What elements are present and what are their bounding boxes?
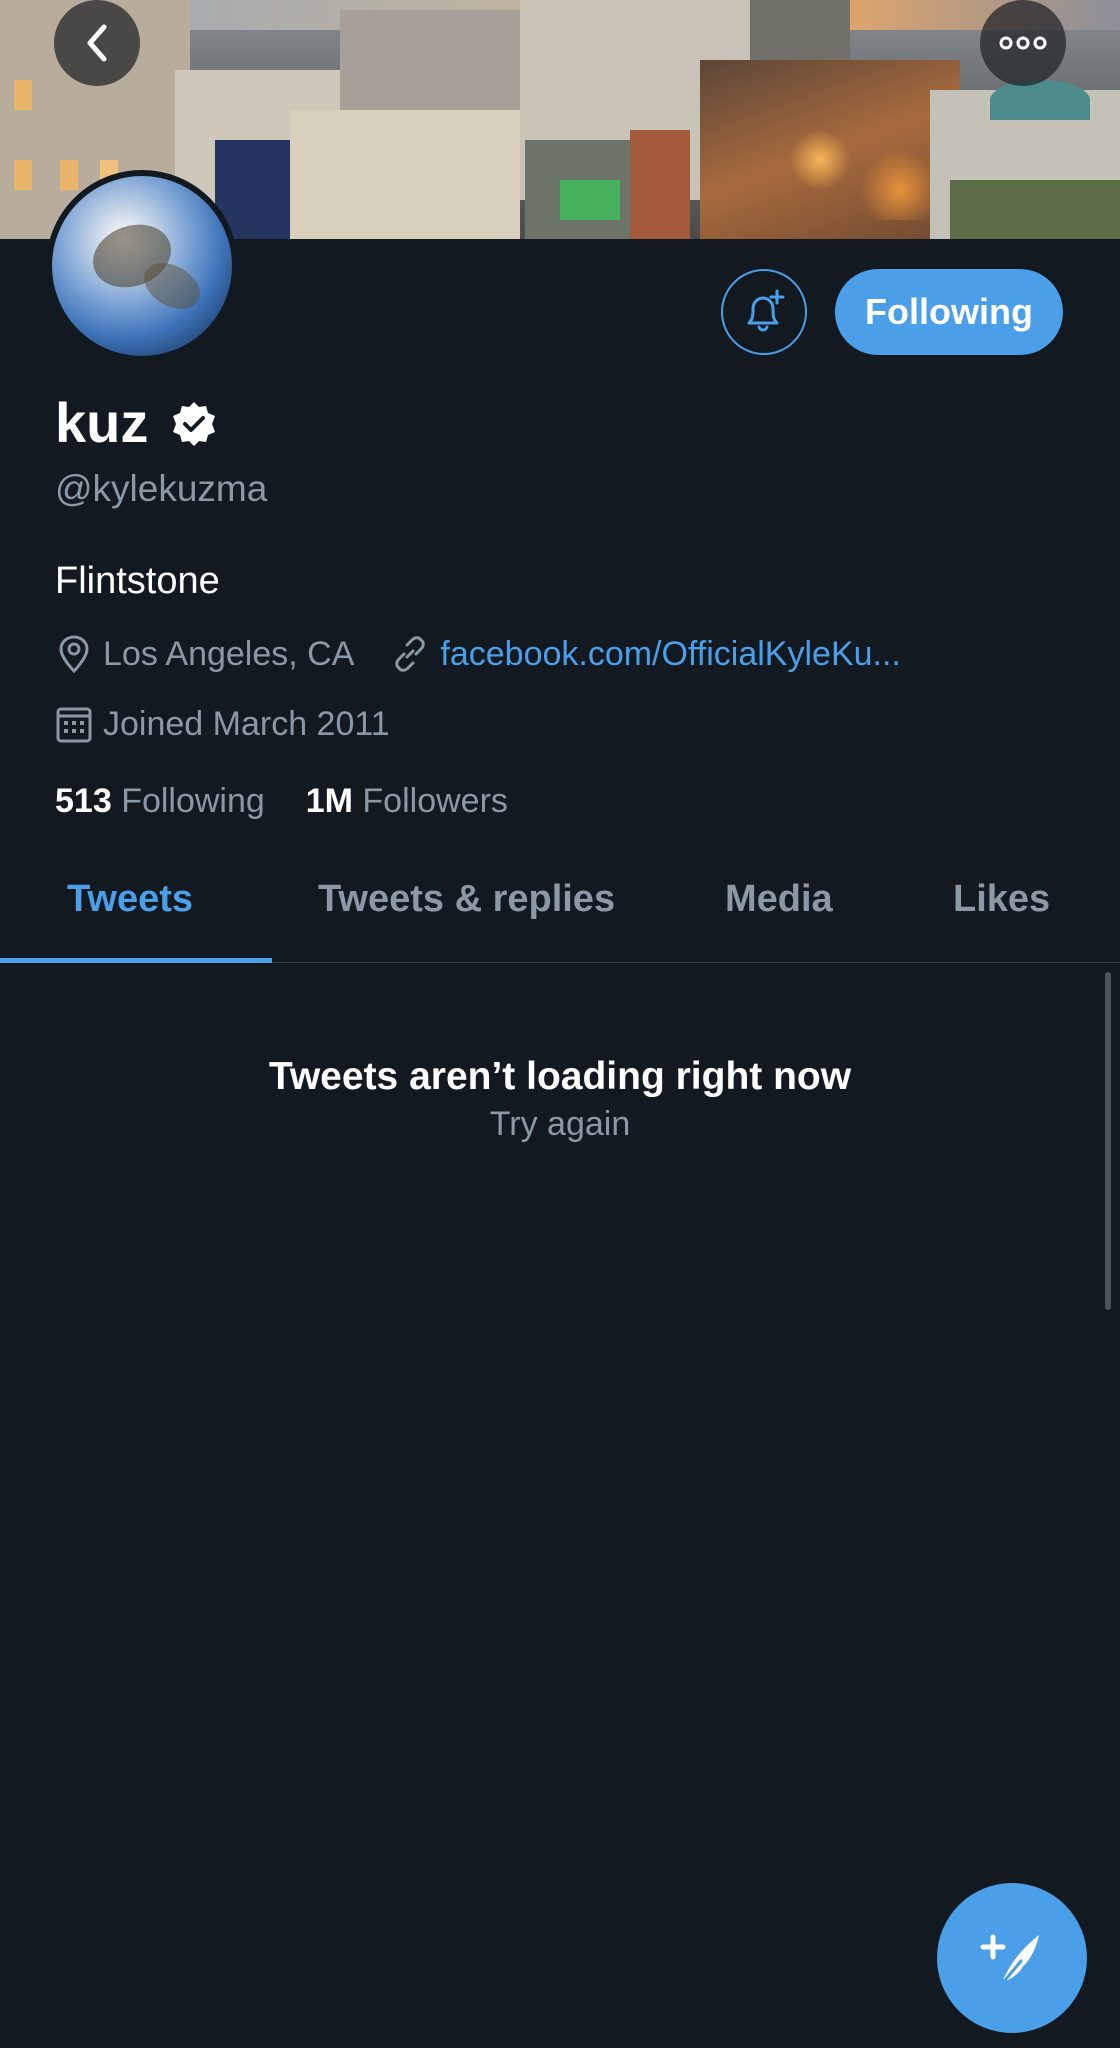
tab-media[interactable]: Media — [725, 878, 833, 921]
profile-website-link[interactable]: facebook.com/OfficialKyleKu... — [440, 635, 900, 674]
bell-plus-icon — [747, 289, 785, 332]
profile-meta-location-row: Los Angeles, CA facebook.com/OfficialKyl… — [55, 634, 901, 674]
active-tab-indicator — [0, 958, 272, 963]
verified-badge-icon — [173, 402, 215, 446]
profile-location: Los Angeles, CA — [103, 634, 355, 673]
try-again-link[interactable]: Try again — [0, 1105, 1120, 1144]
compose-tweet-button[interactable] — [937, 1883, 1087, 2033]
location-pin-icon — [59, 635, 89, 674]
chevron-left-icon — [87, 24, 107, 62]
tab-tweets-and-replies[interactable]: Tweets & replies — [318, 878, 615, 921]
display-name: kuz — [55, 391, 149, 454]
compose-tweet-icon — [980, 1934, 1039, 1987]
calendar-icon — [56, 707, 92, 743]
more-options-button[interactable] — [980, 0, 1066, 86]
following-stat[interactable]: 513 Following — [55, 782, 265, 820]
tab-likes[interactable]: Likes — [953, 878, 1050, 921]
profile-stats: 513 Following 1M Followers — [55, 782, 508, 821]
feed-error-message: Tweets aren’t loading right now — [268, 1055, 852, 1098]
tab-tweets[interactable]: Tweets — [67, 878, 193, 921]
more-dots-icon — [999, 36, 1047, 50]
profile-meta-joined-row: Joined March 2011 — [55, 704, 390, 744]
profile-joined-date: Joined March 2011 — [103, 704, 390, 743]
profile-avatar[interactable] — [46, 170, 238, 362]
link-icon — [395, 636, 426, 672]
notifications-toggle-button[interactable] — [721, 269, 807, 355]
followers-stat[interactable]: 1M Followers — [306, 782, 508, 820]
back-button[interactable] — [54, 0, 140, 86]
following-button[interactable]: Following — [835, 269, 1063, 355]
profile-bio: Flintstone — [55, 560, 220, 602]
profile-handle: @kylekuzma — [55, 468, 268, 509]
